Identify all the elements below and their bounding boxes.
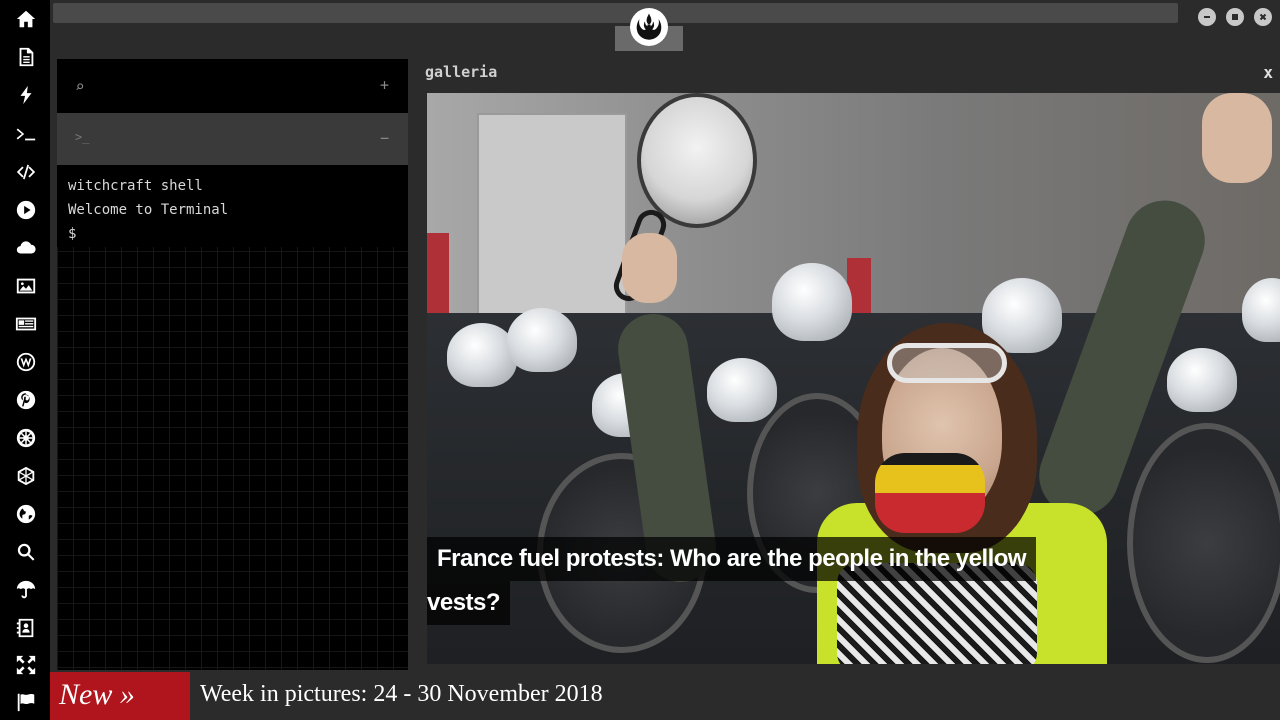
expand-icon[interactable]	[13, 652, 39, 678]
rebel-icon[interactable]	[13, 425, 39, 451]
gallery-title: galleria	[425, 63, 498, 81]
pinterest-icon[interactable]	[13, 387, 39, 413]
gallery-window: galleria x France fuel protests: Who are…	[418, 59, 1280, 670]
hexagon-icon[interactable]	[13, 463, 39, 489]
app-sidebar	[0, 0, 50, 720]
collapse-tab-button[interactable]: −	[380, 129, 389, 147]
photo-hand	[622, 233, 677, 303]
add-tab-button[interactable]: +	[380, 76, 389, 94]
close-window-button[interactable]	[1254, 8, 1272, 26]
search-icon[interactable]	[13, 539, 39, 565]
top-bar	[50, 0, 1280, 54]
terminal-panel: ⌕ + >_ − witchcraft shell Welcome to Ter…	[57, 59, 408, 670]
terminal-line: Welcome to Terminal	[68, 202, 229, 218]
terminal-output[interactable]: witchcraft shell Welcome to Terminal $	[57, 165, 408, 247]
gallery-close-button[interactable]: x	[1263, 63, 1273, 82]
rebel-alliance-logo-icon[interactable]	[630, 8, 668, 46]
globe-icon[interactable]	[13, 501, 39, 527]
terminal-tab[interactable]: >_ −	[57, 113, 408, 165]
terminal-line: witchcraft shell	[68, 178, 203, 194]
terminal-prompt: $	[68, 226, 77, 242]
address-bar[interactable]	[53, 3, 1178, 23]
photo-helmet	[1167, 348, 1237, 412]
umbrella-icon[interactable]	[13, 577, 39, 603]
photo-helmet	[707, 358, 777, 422]
news-ticker: New » Week in pictures: 24 - 30 November…	[50, 672, 1280, 720]
gallery-photo[interactable]: France fuel protests: Who are the people…	[427, 93, 1280, 664]
wordpress-icon[interactable]	[13, 349, 39, 375]
photo-helmet	[447, 323, 517, 387]
home-icon[interactable]	[13, 6, 39, 32]
photo-shield	[1127, 423, 1280, 663]
caption-line[interactable]: vests?	[427, 581, 511, 625]
flag-icon[interactable]	[13, 689, 39, 715]
maximize-button[interactable]	[1226, 8, 1244, 26]
newspaper-icon[interactable]	[13, 311, 39, 337]
terminal-icon[interactable]	[13, 121, 39, 147]
contacts-icon[interactable]	[13, 615, 39, 641]
photo-goggles	[887, 343, 1007, 383]
caption-line[interactable]: France fuel protests: Who are the people…	[427, 537, 1037, 581]
photo-mask	[875, 453, 985, 533]
new-badge: New »	[50, 672, 190, 720]
terminal-search-row: ⌕ +	[57, 59, 408, 113]
document-icon[interactable]	[13, 44, 39, 70]
bolt-icon[interactable]	[13, 82, 39, 108]
ticker-headline[interactable]: Week in pictures: 24 - 30 November 2018	[200, 672, 603, 720]
search-icon[interactable]: ⌕	[75, 77, 85, 96]
image-icon[interactable]	[13, 273, 39, 299]
photo-helmet	[507, 308, 577, 372]
play-icon[interactable]	[13, 197, 39, 223]
minimize-button[interactable]	[1198, 8, 1216, 26]
photo-hand	[1202, 93, 1272, 183]
code-icon[interactable]	[13, 159, 39, 185]
prompt-icon: >_	[75, 130, 90, 144]
cloud-icon[interactable]	[13, 235, 39, 261]
photo-pot	[637, 93, 757, 228]
photo-helmet	[772, 263, 852, 341]
